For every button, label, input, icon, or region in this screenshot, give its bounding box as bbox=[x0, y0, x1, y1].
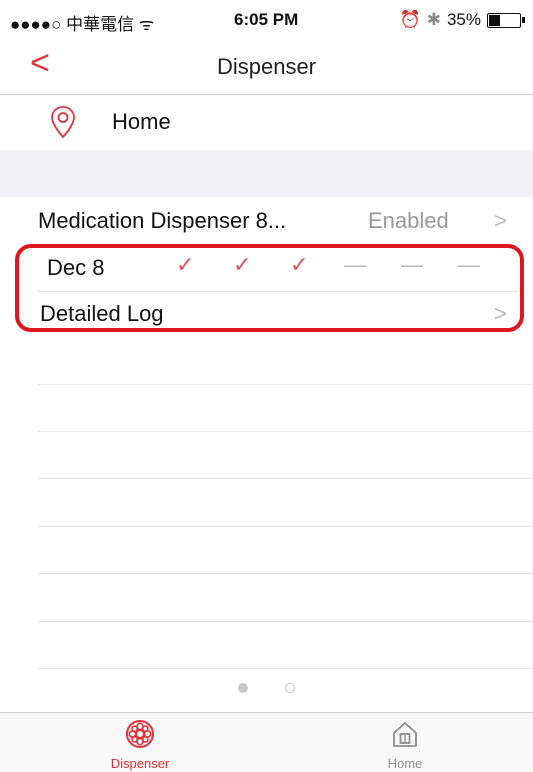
schedule-date: Dec 8 bbox=[47, 255, 105, 280]
tab-dispenser[interactable]: Dispenser bbox=[70, 719, 210, 771]
schedule-row: Dec 8 ✓ ✓ ✓ — — — bbox=[0, 246, 533, 291]
detailed-log-label: Detailed Log bbox=[40, 301, 164, 326]
device-row[interactable]: Medication Dispenser 8... Enabled > bbox=[0, 197, 533, 245]
tab-bar: Dispenser Home bbox=[0, 712, 533, 772]
tab-home[interactable]: Home bbox=[335, 719, 475, 771]
navigation-bar: < Dispenser bbox=[0, 40, 533, 95]
dose-pending-icon: — bbox=[458, 252, 480, 277]
dispenser-icon bbox=[126, 720, 154, 748]
empty-row-divider bbox=[38, 621, 533, 622]
dose-taken-icon: ✓ bbox=[233, 252, 252, 277]
chevron-right-icon: > bbox=[494, 208, 507, 233]
empty-row-divider bbox=[38, 668, 533, 669]
empty-row-divider bbox=[38, 478, 533, 479]
battery-icon bbox=[487, 12, 525, 28]
empty-row-divider bbox=[38, 384, 533, 385]
status-bar: ●●●●○ 中華電信 ᯤ 6:05 PM ⏰ ✱ 35% bbox=[0, 0, 533, 40]
home-icon bbox=[393, 722, 417, 747]
section-separator bbox=[0, 150, 533, 197]
empty-row-divider bbox=[38, 573, 533, 574]
device-name: Medication Dispenser 8... bbox=[38, 208, 287, 233]
page-dot[interactable] bbox=[284, 683, 295, 693]
bluetooth-icon: ✱ bbox=[426, 10, 441, 29]
empty-row-divider bbox=[38, 526, 533, 527]
dose-taken-icon: ✓ bbox=[176, 252, 195, 277]
empty-row-divider bbox=[38, 431, 533, 432]
status-indicators: ⏰ ✱ 35% bbox=[399, 10, 525, 30]
chevron-right-icon: > bbox=[494, 301, 507, 326]
battery-percent: 35% bbox=[446, 10, 481, 29]
location-pin-icon bbox=[51, 106, 75, 139]
dose-taken-icon: ✓ bbox=[290, 252, 309, 277]
page-indicator[interactable] bbox=[0, 680, 533, 698]
page-title: Dispenser bbox=[216, 54, 317, 79]
clock: 6:05 PM bbox=[234, 10, 299, 29]
tab-label: Home bbox=[387, 756, 423, 771]
dose-pending-icon: — bbox=[344, 252, 366, 277]
tab-label: Dispenser bbox=[110, 756, 170, 771]
location-label: Home bbox=[112, 109, 171, 134]
dose-pending-icon: — bbox=[401, 252, 423, 277]
carrier-label: ●●●●○ 中華電信 ᯤ bbox=[10, 15, 155, 34]
alarm-icon: ⏰ bbox=[399, 10, 421, 29]
detailed-log-row[interactable]: Detailed Log > bbox=[0, 292, 533, 334]
location-row[interactable]: Home bbox=[0, 95, 533, 150]
device-status: Enabled bbox=[368, 208, 449, 233]
page-dot-active[interactable] bbox=[238, 683, 249, 693]
